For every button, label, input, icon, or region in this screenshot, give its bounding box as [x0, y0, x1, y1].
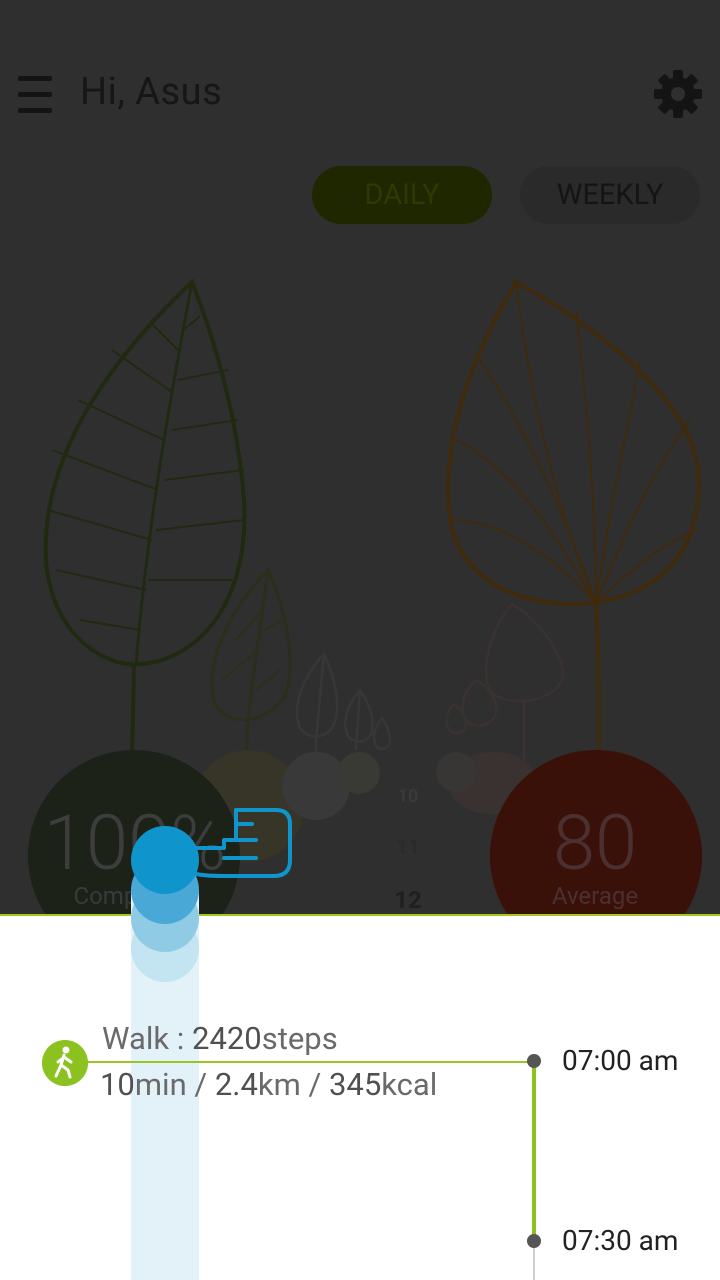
average-label: Average	[551, 882, 639, 910]
gear-icon[interactable]	[652, 68, 704, 120]
section-divider	[0, 914, 720, 916]
end-time: 07:30 am	[562, 1224, 679, 1257]
start-time: 07:00 am	[562, 1044, 679, 1077]
steps-unit: steps	[261, 1020, 338, 1057]
calories-unit: kcal	[381, 1066, 438, 1103]
distance-value: 2.4	[214, 1066, 258, 1103]
hour-tick: 11	[395, 836, 421, 860]
hour-tick: 10	[397, 786, 419, 807]
duration-unit: min /	[134, 1066, 215, 1103]
walking-person-icon	[42, 1040, 88, 1086]
hour-tick: 12	[394, 886, 422, 914]
activity-connector-line	[88, 1061, 534, 1063]
app-bar: Hi, Asus	[0, 0, 720, 190]
distance-unit: km /	[257, 1066, 329, 1103]
steps-value: 2420	[192, 1020, 262, 1057]
hamburger-menu-icon[interactable]	[18, 74, 54, 118]
tab-daily[interactable]: DAILY	[312, 166, 492, 224]
duration-value: 10	[100, 1066, 135, 1103]
activity-stats-line: 10min / 2.4km / 345kcal	[100, 1066, 437, 1103]
greeting-title: Hi, Asus	[80, 70, 223, 114]
history-bubble	[338, 752, 380, 794]
dimmed-dashboard: Hi, Asus DAILY WEEKLY 100% Completion 80…	[0, 0, 720, 915]
activity-type: Walk :	[102, 1020, 193, 1057]
timeline-node	[527, 1234, 541, 1248]
pointing-hand-icon	[181, 808, 292, 878]
tab-weekly[interactable]: WEEKLY	[520, 166, 700, 224]
activity-summary-line[interactable]: Walk : 2420steps	[102, 1020, 338, 1057]
timeline-active-segment	[532, 1062, 536, 1242]
calories-value: 345	[328, 1066, 382, 1103]
average-value: 80	[552, 798, 638, 888]
timeline-node	[527, 1054, 541, 1068]
history-bubble	[436, 752, 476, 792]
